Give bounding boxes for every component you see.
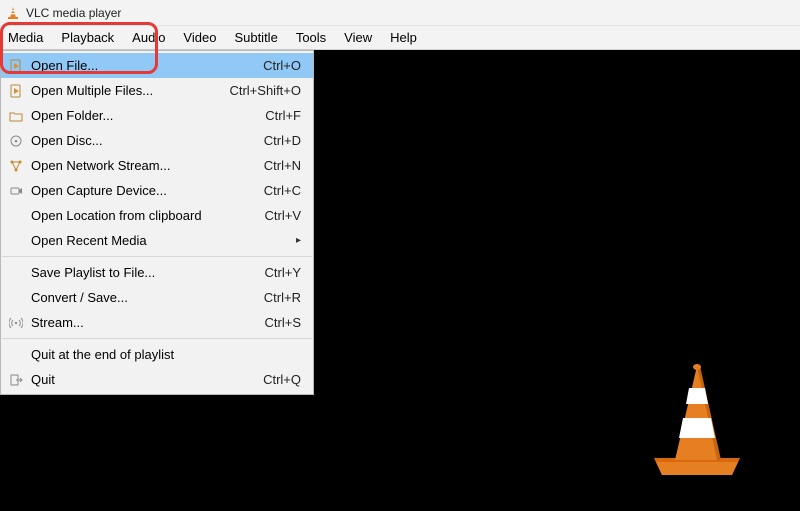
menu-item-shortcut: Ctrl+S <box>265 315 305 330</box>
menu-item-label: Open Disc... <box>27 133 264 148</box>
file-play-icon <box>5 59 27 73</box>
menu-item-shortcut: Ctrl+F <box>265 108 305 123</box>
menu-item-label: Open Capture Device... <box>27 183 264 198</box>
stream-icon <box>5 316 27 330</box>
media-menu-dropdown: Open File...Ctrl+OOpen Multiple Files...… <box>0 50 314 395</box>
menu-item-label: Open Folder... <box>27 108 265 123</box>
network-icon <box>5 159 27 173</box>
menu-item-shortcut: Ctrl+Q <box>263 372 305 387</box>
menu-view[interactable]: View <box>335 26 381 49</box>
menu-item-open-network-stream[interactable]: Open Network Stream...Ctrl+N <box>1 153 313 178</box>
menu-item-shortcut: Ctrl+R <box>264 290 305 305</box>
quit-icon <box>5 373 27 387</box>
menu-item-label: Open Multiple Files... <box>27 83 229 98</box>
menu-item-label: Open File... <box>27 58 263 73</box>
menu-item-label: Stream... <box>27 315 265 330</box>
menu-item-label: Quit <box>27 372 263 387</box>
menu-media[interactable]: Media <box>2 26 52 49</box>
menubar: Media Playback Audio Video Subtitle Tool… <box>0 26 800 50</box>
window-title: VLC media player <box>26 6 121 20</box>
menu-subtitle[interactable]: Subtitle <box>225 26 286 49</box>
menu-item-label: Open Network Stream... <box>27 158 264 173</box>
menu-item-save-playlist-to-file[interactable]: Save Playlist to File...Ctrl+Y <box>1 260 313 285</box>
capture-icon <box>5 184 27 198</box>
menu-item-shortcut: Ctrl+O <box>263 58 305 73</box>
titlebar: VLC media player <box>0 0 800 26</box>
menu-playback[interactable]: Playback <box>52 26 123 49</box>
menu-item-label: Open Recent Media <box>27 233 296 248</box>
menu-item-shortcut: Ctrl+V <box>265 208 305 223</box>
menu-item-open-recent-media[interactable]: Open Recent Media▸ <box>1 228 313 253</box>
disc-icon <box>5 134 27 148</box>
menu-item-label: Quit at the end of playlist <box>27 347 305 362</box>
file-play-icon <box>5 84 27 98</box>
vlc-logo-icon <box>642 360 752 493</box>
menu-item-shortcut: Ctrl+Y <box>265 265 305 280</box>
vlc-cone-icon <box>6 6 20 20</box>
menu-item-open-folder[interactable]: Open Folder...Ctrl+F <box>1 103 313 128</box>
menu-audio[interactable]: Audio <box>123 26 174 49</box>
menu-item-open-disc[interactable]: Open Disc...Ctrl+D <box>1 128 313 153</box>
menu-item-quit-at-the-end-of-playlist[interactable]: Quit at the end of playlist <box>1 342 313 367</box>
menu-item-label: Convert / Save... <box>27 290 264 305</box>
menu-item-stream[interactable]: Stream...Ctrl+S <box>1 310 313 335</box>
menu-item-open-file[interactable]: Open File...Ctrl+O <box>1 53 313 78</box>
menu-item-open-multiple-files[interactable]: Open Multiple Files...Ctrl+Shift+O <box>1 78 313 103</box>
menu-item-label: Open Location from clipboard <box>27 208 265 223</box>
menu-tools[interactable]: Tools <box>287 26 335 49</box>
menu-separator <box>2 256 312 257</box>
menu-item-shortcut: Ctrl+N <box>264 158 305 173</box>
menu-item-shortcut: Ctrl+Shift+O <box>229 83 305 98</box>
menu-item-open-capture-device[interactable]: Open Capture Device...Ctrl+C <box>1 178 313 203</box>
menu-separator <box>2 338 312 339</box>
menu-item-label: Save Playlist to File... <box>27 265 265 280</box>
menu-video[interactable]: Video <box>174 26 225 49</box>
menu-help[interactable]: Help <box>381 26 426 49</box>
submenu-arrow-icon: ▸ <box>296 235 305 246</box>
menu-item-quit[interactable]: QuitCtrl+Q <box>1 367 313 392</box>
menu-item-shortcut: Ctrl+D <box>264 133 305 148</box>
menu-item-convert-save[interactable]: Convert / Save...Ctrl+R <box>1 285 313 310</box>
menu-item-shortcut: Ctrl+C <box>264 183 305 198</box>
menu-item-open-location-from-clipboard[interactable]: Open Location from clipboardCtrl+V <box>1 203 313 228</box>
folder-icon <box>5 109 27 123</box>
